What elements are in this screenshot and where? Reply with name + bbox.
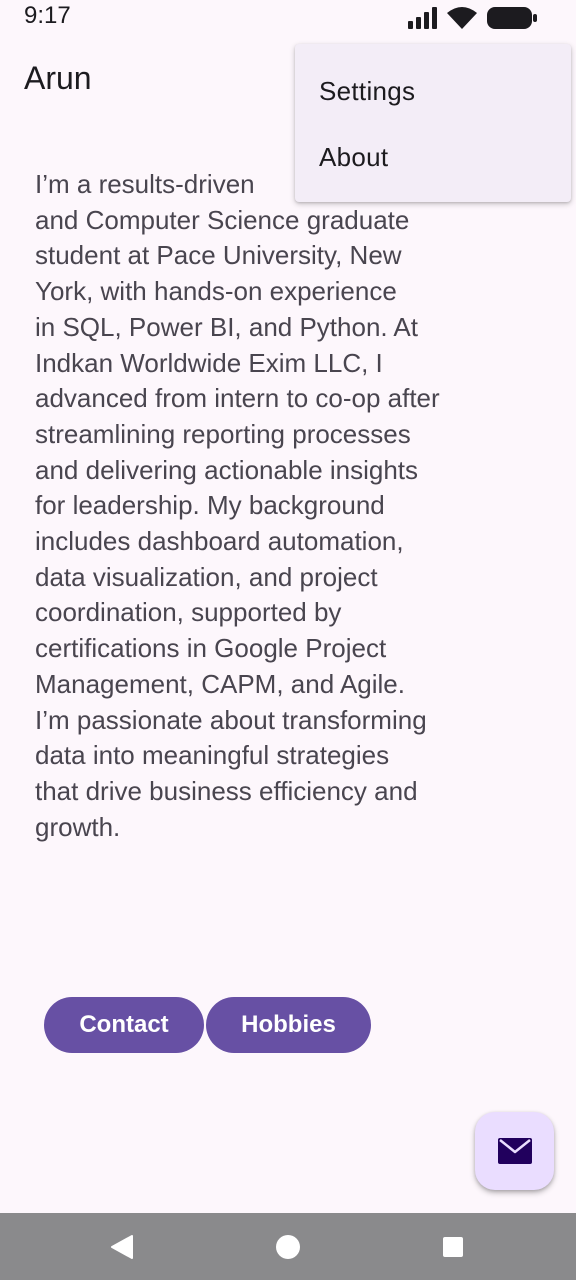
status-bar: 9:17 [0,0,576,34]
page-title: Arun [24,60,92,96]
email-fab-button[interactable] [475,1112,554,1190]
overflow-menu: Settings About [295,44,571,202]
recents-button[interactable] [423,1213,483,1280]
status-time: 9:17 [24,2,71,29]
home-button[interactable] [258,1213,318,1280]
home-icon [276,1234,300,1259]
recents-icon [443,1236,463,1257]
back-icon [111,1234,133,1259]
bio-text: I’m a results-driven and Computer Scienc… [35,169,440,842]
menu-item-settings[interactable]: Settings [295,58,571,124]
battery-icon [487,7,537,29]
system-nav-bar [0,1213,576,1280]
hobbies-button[interactable]: Hobbies [206,997,371,1053]
mail-icon [497,1138,532,1164]
back-button[interactable] [92,1213,152,1280]
status-icons [406,5,538,31]
menu-item-about[interactable]: About [295,124,571,190]
signal-icon [408,7,437,29]
contact-button[interactable]: Contact [44,997,204,1053]
wifi-icon [447,7,477,29]
